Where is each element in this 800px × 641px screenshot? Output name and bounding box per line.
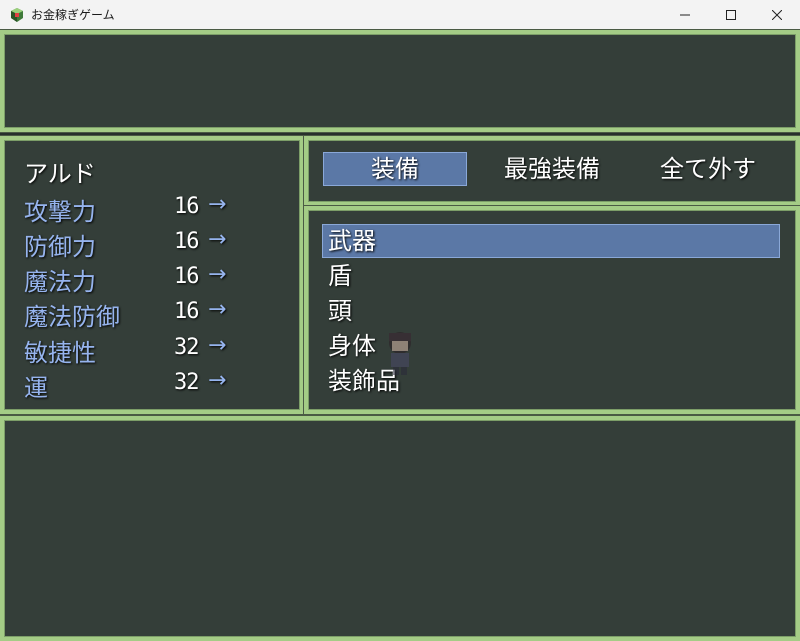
maximize-button[interactable]: [708, 0, 754, 30]
right-arrow-icon: →: [208, 368, 227, 393]
close-icon: [772, 10, 782, 20]
stat-value: 16: [174, 229, 199, 254]
right-arrow-icon: →: [208, 192, 227, 217]
stat-row-magic-defense: 魔法防御 16 →: [24, 297, 284, 331]
stat-row-magic: 魔法力 16 →: [24, 262, 284, 296]
actor-name: アルド: [24, 160, 96, 188]
stat-label: 運: [24, 374, 48, 402]
stat-label: 防御力: [24, 233, 96, 261]
stat-label: 敏捷性: [24, 339, 96, 367]
title-bar: お金稼ぎゲーム: [0, 0, 800, 30]
slot-head[interactable]: 頭: [322, 294, 780, 328]
stat-label: 魔法力: [24, 268, 96, 296]
minimize-button[interactable]: [662, 0, 708, 30]
slot-window: 武器 盾 頭 身体 装飾品: [304, 206, 800, 414]
maximize-icon: [726, 10, 736, 20]
command-window: 装備 最強装備 全て外す: [304, 136, 800, 206]
right-arrow-icon: →: [208, 333, 227, 358]
close-button[interactable]: [754, 0, 800, 30]
stat-row-defense: 防御力 16 →: [24, 227, 284, 261]
stat-value: 16: [174, 194, 199, 219]
game-screen: アルド 攻撃力 16 → 防御力 16 → 魔法力 16 → 魔法防御 16 →…: [0, 30, 800, 641]
right-arrow-icon: →: [208, 227, 227, 252]
help-window: [0, 30, 800, 132]
character-sprite-icon: [389, 332, 411, 375]
stat-value: 32: [174, 370, 199, 395]
stat-label: 攻撃力: [24, 198, 96, 226]
window-title: お金稼ぎゲーム: [31, 8, 115, 22]
status-window: アルド 攻撃力 16 → 防御力 16 → 魔法力 16 → 魔法防御 16 →…: [0, 136, 304, 414]
minimize-icon: [680, 14, 690, 16]
command-optimize[interactable]: 最強装備: [480, 152, 624, 186]
right-arrow-icon: →: [208, 297, 227, 322]
slot-weapon[interactable]: 武器: [322, 224, 780, 258]
right-arrow-icon: →: [208, 262, 227, 287]
stat-value: 16: [174, 264, 199, 289]
command-clear[interactable]: 全て外す: [636, 152, 780, 186]
stat-label: 魔法防御: [24, 303, 120, 331]
app-icon: [11, 8, 23, 22]
item-window: [0, 416, 800, 641]
stat-row-attack: 攻撃力 16 →: [24, 192, 284, 226]
stat-row-luck: 運 32 →: [24, 368, 284, 402]
stat-row-agility: 敏捷性 32 →: [24, 333, 284, 367]
stat-value: 16: [174, 299, 199, 324]
slot-shield[interactable]: 盾: [322, 259, 780, 293]
command-equip[interactable]: 装備: [323, 152, 467, 186]
stat-value: 32: [174, 335, 199, 360]
